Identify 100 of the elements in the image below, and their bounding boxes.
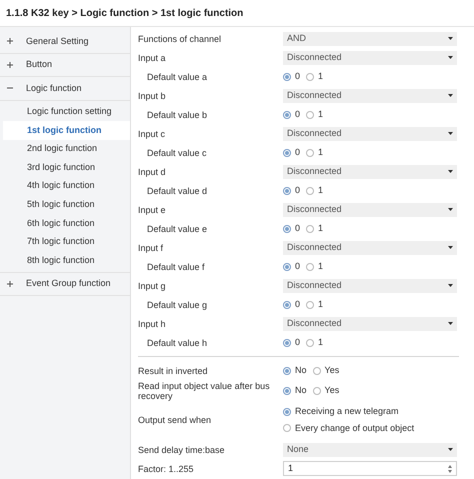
sidebar-section[interactable]: Logic function [26, 82, 82, 95]
radio-label[interactable]: 1 [318, 298, 324, 312]
radio-label[interactable]: 0 [295, 260, 300, 274]
dropdown[interactable]: Disconnected [283, 202, 457, 216]
number-field[interactable]: 1 [283, 461, 457, 476]
radio-button[interactable] [283, 300, 291, 308]
parameter-label: Result in inverted [138, 366, 209, 376]
parameter-label: Input f [138, 242, 164, 252]
parameter-label: Functions of channel [138, 34, 222, 44]
dropdown-arrow-icon [448, 132, 453, 135]
radio-label[interactable]: 1 [318, 70, 324, 84]
parameter-label: Input d [138, 166, 167, 176]
parameter-label: Input h [138, 318, 167, 328]
sidebar-item[interactable]: Logic function setting [3, 102, 130, 122]
dropdown-arrow-icon [448, 37, 453, 40]
dropdown[interactable]: AND [283, 32, 457, 46]
radio-label[interactable]: 1 [318, 108, 324, 122]
radio-button[interactable] [306, 224, 314, 232]
radio-button[interactable] [306, 262, 314, 270]
radio-button[interactable] [283, 386, 291, 394]
parameter-label: Default value e [146, 224, 208, 234]
radio-label[interactable]: 0 [295, 108, 300, 122]
radio-button[interactable] [283, 72, 291, 80]
radio-button[interactable] [306, 72, 314, 80]
radio-label[interactable]: 1 [318, 222, 324, 236]
radio-label[interactable]: No [295, 364, 307, 378]
radio-button[interactable] [306, 300, 314, 308]
radio-button[interactable] [283, 366, 291, 374]
parameter-label: Read input object value after bus recovery [138, 380, 271, 400]
dropdown-arrow-icon [448, 322, 453, 325]
dropdown[interactable]: Disconnected [283, 126, 457, 140]
radio-button[interactable] [283, 262, 291, 270]
radio-button[interactable] [283, 338, 291, 346]
parameter-label: Send delay time:base [138, 444, 226, 454]
sidebar-section[interactable]: Button [26, 58, 52, 72]
radio-button[interactable] [312, 386, 321, 394]
radio-button[interactable] [283, 424, 291, 432]
radio-button[interactable] [283, 186, 291, 194]
radio-button[interactable] [283, 110, 291, 118]
sidebar-item[interactable]: 1st logic function [3, 121, 130, 140]
radio-button[interactable] [283, 148, 291, 156]
dropdown[interactable]: Disconnected [283, 278, 457, 292]
parameter-label: Default value a [146, 72, 208, 82]
radio-label[interactable]: 0 [295, 222, 300, 236]
breadcrumb: 1.1.8 K32 key > Logic function > 1st logic function [6, 6, 244, 20]
radio-button[interactable] [306, 148, 314, 156]
radio-label[interactable]: Every change of output object [295, 422, 414, 435]
dropdown[interactable]: Disconnected [283, 88, 457, 102]
radio-label[interactable]: 1 [318, 260, 324, 274]
parameter-label: Default value h [146, 338, 208, 348]
parameter-label: Default value d [146, 186, 208, 196]
plus-icon[interactable] [7, 62, 13, 68]
sidebar-item[interactable]: 5th logic function [3, 195, 130, 214]
radio-label[interactable]: 0 [295, 336, 300, 350]
sidebar-item[interactable]: 3rd logic function [3, 158, 130, 177]
dropdown[interactable]: Disconnected [283, 240, 457, 254]
radio-button[interactable] [306, 186, 314, 194]
sidebar-section[interactable]: General Setting [26, 34, 89, 48]
dropdown[interactable]: Disconnected [283, 164, 457, 178]
parameter-label: Default value f [146, 262, 206, 272]
plus-icon[interactable] [7, 281, 13, 288]
parameter-label: Default value g [146, 300, 208, 310]
radio-label[interactable]: 0 [295, 70, 300, 84]
dropdown[interactable]: None [283, 442, 457, 456]
sidebar-item[interactable]: 2nd logic function [3, 140, 130, 158]
dropdown-arrow-icon [448, 448, 453, 451]
dropdown-arrow-icon [448, 246, 453, 249]
parameter-label: Default value c [146, 148, 208, 158]
parameter-label: Input b [138, 90, 167, 100]
dropdown[interactable]: Disconnected [283, 50, 457, 64]
sidebar-item[interactable]: 8th logic function [3, 251, 130, 270]
dropdown-arrow-icon [448, 208, 453, 211]
radio-label[interactable]: 1 [318, 184, 324, 198]
plus-icon[interactable] [7, 38, 13, 44]
parameter-label: Default value b [146, 110, 208, 120]
radio-label[interactable]: Yes [324, 384, 340, 398]
radio-label[interactable]: 0 [295, 146, 300, 160]
radio-label[interactable]: 0 [295, 298, 300, 312]
minus-icon[interactable] [7, 85, 13, 92]
parameter-label: Factor: 1..255 [138, 464, 195, 474]
parameter-label: Output send when [138, 415, 212, 425]
radio-label[interactable]: 0 [295, 184, 300, 198]
sidebar-section[interactable]: Event Group function [26, 277, 111, 291]
radio-label[interactable]: Yes [324, 364, 340, 378]
radio-button[interactable] [312, 366, 321, 374]
spinner-arrows-icon[interactable] [448, 464, 452, 472]
radio-button[interactable] [306, 110, 314, 118]
radio-button[interactable] [283, 408, 291, 416]
radio-label[interactable]: 1 [318, 146, 324, 160]
radio-label[interactable]: 1 [318, 336, 324, 350]
radio-button[interactable] [283, 224, 291, 232]
sidebar-item[interactable]: 7th logic function [3, 232, 130, 252]
radio-label[interactable]: No [295, 384, 307, 398]
dropdown-arrow-icon [448, 170, 453, 173]
dropdown[interactable]: Disconnected [283, 316, 457, 330]
radio-label[interactable]: Receiving a new telegram [295, 405, 399, 418]
sidebar-item[interactable]: 4th logic function [3, 176, 130, 196]
sidebar-item[interactable]: 6th logic function [3, 214, 130, 233]
parameter-label: Input c [138, 128, 166, 138]
radio-button[interactable] [306, 338, 314, 346]
